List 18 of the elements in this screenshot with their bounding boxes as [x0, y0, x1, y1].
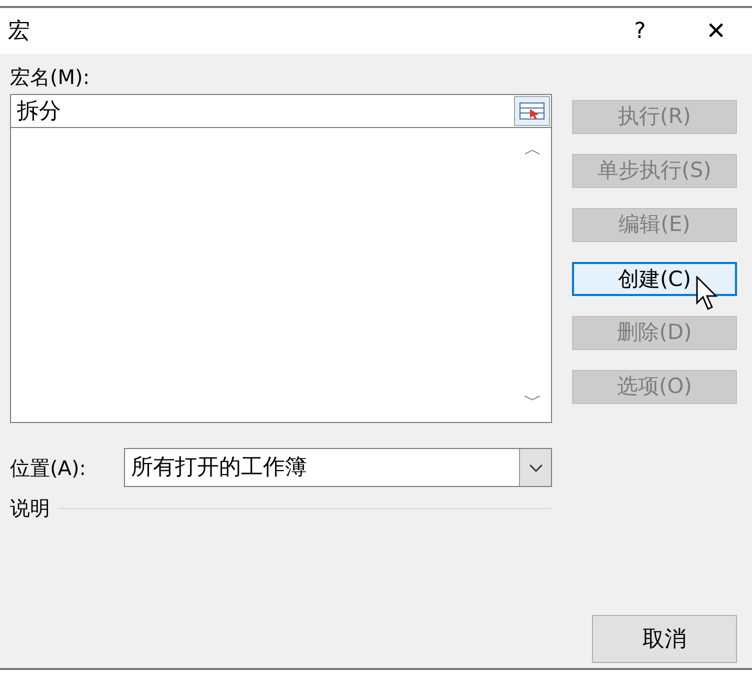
macro-name-field[interactable]: 拆分: [10, 94, 552, 128]
close-button[interactable]: ✕: [696, 13, 736, 49]
scroll-down-button[interactable]: ﹀: [524, 387, 542, 414]
macro-list[interactable]: ︿ ﹀: [10, 128, 552, 423]
macro-name-label: 宏名(M):: [10, 64, 91, 91]
range-select-button[interactable]: [514, 96, 550, 126]
macro-name-value: 拆分: [16, 98, 62, 126]
location-value: 所有打开的工作簿: [130, 454, 308, 482]
dialog-button[interactable]: 创建(C): [572, 262, 737, 296]
location-dropdown[interactable]: 所有打开的工作簿: [124, 448, 552, 487]
cancel-button[interactable]: 取消: [592, 615, 737, 663]
mouse-cursor-icon: [696, 276, 718, 312]
location-label: 位置(A):: [10, 454, 88, 482]
description-label: 说明: [10, 495, 50, 522]
chevron-down-icon: [528, 464, 542, 472]
help-button[interactable]: ?: [620, 14, 660, 48]
window-title: 宏: [8, 18, 31, 46]
scroll-up-button[interactable]: ︿: [524, 136, 542, 163]
